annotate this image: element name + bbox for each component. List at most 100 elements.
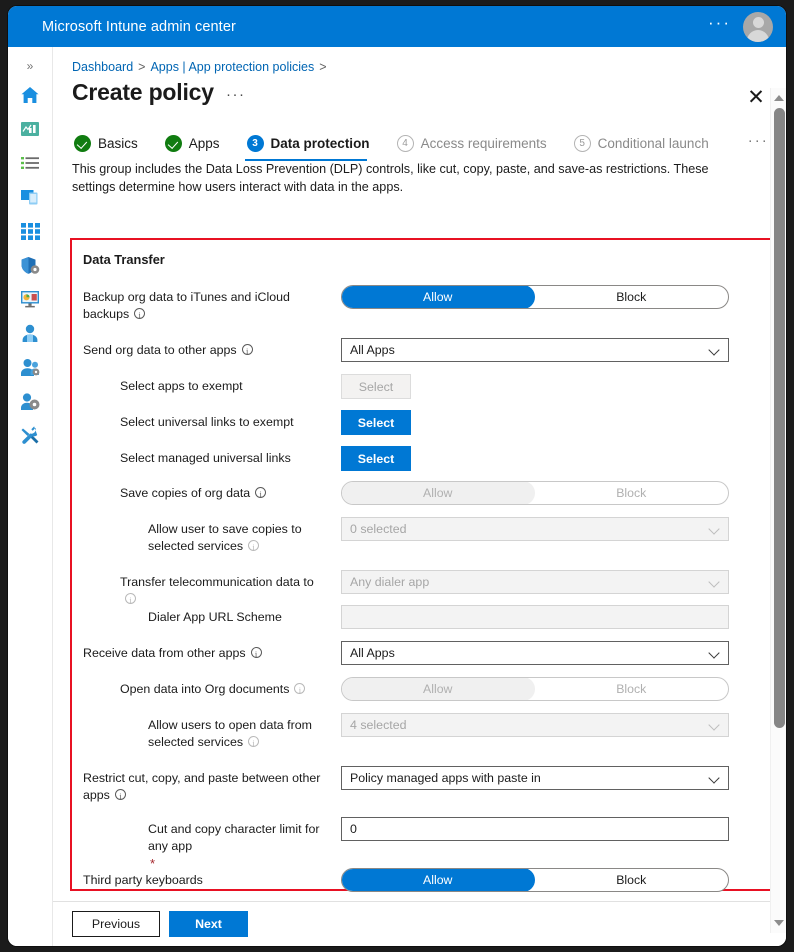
dropdown-value: 4 selected [350, 718, 407, 732]
troubleshooting-support-icon[interactable] [13, 420, 47, 450]
row-label: Open data into Org documents [120, 682, 290, 696]
breadcrumb-separator-2: > [319, 60, 327, 74]
row-label: Cut and copy character limit for any app [148, 822, 320, 853]
select-universal-links-to-exempt-button[interactable]: Select [341, 410, 411, 435]
rail-expand-icon[interactable]: » [8, 56, 52, 76]
scroll-up-arrow-icon[interactable] [774, 93, 784, 103]
dropdown-value: All Apps [350, 646, 395, 660]
tab-basics[interactable]: Basics [72, 126, 149, 163]
select-managed-universal-links-button[interactable]: Select [341, 446, 411, 471]
info-icon[interactable] [134, 307, 146, 324]
home-icon[interactable] [13, 80, 47, 110]
dropdown-transfer-telecommunication-data: Any dialer app [341, 570, 729, 594]
tab-label: Data protection [270, 136, 370, 151]
row-label: Third party keyboards [83, 873, 203, 887]
tab-access-requirements[interactable]: 4 Access requirements [395, 126, 558, 163]
section-title-data-transfer: Data Transfer [83, 252, 165, 267]
dropdown-send-org-data[interactable]: All Apps [341, 338, 729, 362]
info-icon[interactable] [250, 646, 262, 663]
row-third-party-keyboards: Third party keyboards Allow Block [53, 868, 786, 892]
devices-icon[interactable] [13, 182, 47, 212]
apps-icon[interactable] [13, 216, 47, 246]
info-icon[interactable] [294, 682, 306, 699]
row-label: Allow user to save copies to selected se… [148, 522, 302, 553]
endpoint-security-icon[interactable] [13, 250, 47, 280]
toggle-option-allow[interactable]: Allow [342, 869, 535, 891]
toggle-backup-org-data[interactable]: Allow Block [341, 285, 729, 309]
next-button[interactable]: Next [169, 911, 248, 937]
avatar[interactable] [743, 11, 773, 42]
tab-apps[interactable]: Apps [163, 126, 231, 163]
row-label: Transfer telecommunication data to [120, 575, 314, 589]
step-number-badge: 5 [573, 135, 591, 152]
tab-label: Basics [98, 136, 138, 151]
row-label: Select managed universal links [120, 451, 291, 465]
info-icon[interactable] [248, 735, 260, 752]
left-nav-rail: » [8, 47, 53, 946]
page-more-icon[interactable]: ··· [226, 87, 246, 102]
info-icon[interactable] [114, 788, 126, 805]
wizard-footer: Previous Next [72, 911, 248, 937]
section-description: This group includes the Data Loss Preven… [72, 162, 709, 194]
row-label: Backup org data to iTunes and iCloud bac… [83, 290, 290, 321]
scroll-down-arrow-icon[interactable] [774, 918, 784, 928]
select-apps-to-exempt-button: Select [341, 374, 411, 399]
toggle-option-block[interactable]: Block [535, 286, 729, 308]
info-icon[interactable] [125, 592, 136, 609]
app-title: Microsoft Intune admin center [42, 18, 236, 35]
row-select-managed-universal-links: Select managed universal links Select [53, 446, 786, 471]
chevron-down-icon [709, 345, 720, 356]
breadcrumb: Dashboard > Apps | App protection policies… [72, 60, 332, 74]
toggle-option-allow: Allow [342, 678, 535, 700]
blade-content: Dashboard > Apps | App protection policies… [53, 47, 786, 946]
chevron-down-icon [709, 720, 720, 731]
tenant-administration-icon[interactable] [13, 386, 47, 416]
toggle-third-party-keyboards[interactable]: Allow Block [341, 868, 729, 892]
check-icon [74, 135, 91, 152]
toggle-option-allow[interactable]: Allow [342, 286, 535, 308]
previous-button[interactable]: Previous [72, 911, 160, 937]
toggle-option-allow: Allow [342, 482, 535, 504]
users-icon[interactable] [13, 318, 47, 348]
dropdown-value: Any dialer app [350, 575, 430, 589]
tab-conditional-launch[interactable]: 5 Conditional launch [572, 126, 720, 163]
intune-admin-window: Microsoft Intune admin center ··· » Dash… [8, 6, 786, 946]
groups-icon[interactable] [13, 352, 47, 382]
step-number-badge: 4 [396, 135, 414, 152]
scrollbar-thumb[interactable] [774, 108, 785, 728]
row-cut-copy-character-limit: Cut and copy character limit for any app… [53, 817, 786, 872]
vertical-scrollbar[interactable] [770, 88, 786, 933]
footer-divider [53, 901, 786, 902]
row-label: Allow users to open data from selected s… [148, 718, 312, 749]
breadcrumb-item-apps-app-protection-policies[interactable]: Apps | App protection policies [150, 60, 314, 74]
dropdown-receive-data-from-other-apps[interactable]: All Apps [341, 641, 729, 665]
toggle-save-copies-of-org-data: Allow Block [341, 481, 729, 505]
info-icon[interactable] [241, 343, 253, 360]
all-services-icon[interactable] [13, 148, 47, 178]
dropdown-allow-save-copies-selected-services: 0 selected [341, 517, 729, 541]
dropdown-restrict-cut-copy-paste[interactable]: Policy managed apps with paste in [341, 766, 729, 790]
row-allow-save-copies-selected-services: Allow user to save copies to selected se… [53, 517, 786, 556]
reports-icon[interactable] [13, 284, 47, 314]
cut-copy-character-limit-input[interactable] [341, 817, 729, 841]
toggle-option-block[interactable]: Block [535, 869, 729, 891]
row-dialer-app-url-scheme: Dialer App URL Scheme [53, 605, 786, 629]
breadcrumb-item-dashboard[interactable]: Dashboard [72, 60, 133, 74]
tab-data-protection[interactable]: 3 Data protection [244, 126, 381, 163]
close-icon[interactable]: ✕ [744, 85, 768, 109]
chevron-down-icon [709, 577, 720, 588]
row-open-data-into-org-documents: Open data into Org documents Allow Block [53, 677, 786, 701]
row-label: Select universal links to exempt [120, 415, 294, 429]
dropdown-allow-open-data-selected-services: 4 selected [341, 713, 729, 737]
row-label: Send org data to other apps [83, 343, 237, 357]
toggle-option-block: Block [616, 682, 647, 696]
dashboard-icon[interactable] [13, 114, 47, 144]
info-icon[interactable] [248, 539, 260, 556]
row-send-org-data: Send org data to other apps All Apps [53, 338, 786, 362]
dropdown-value: 0 selected [350, 522, 407, 536]
row-select-apps-to-exempt: Select apps to exempt Select [53, 374, 786, 399]
info-icon[interactable] [255, 486, 267, 503]
topbar-more-icon[interactable]: ··· [708, 14, 731, 34]
wizard-tabs: Basics Apps 3 Data protection 4 Access r… [72, 126, 772, 163]
tabs-overflow-icon[interactable]: ··· [748, 133, 769, 152]
